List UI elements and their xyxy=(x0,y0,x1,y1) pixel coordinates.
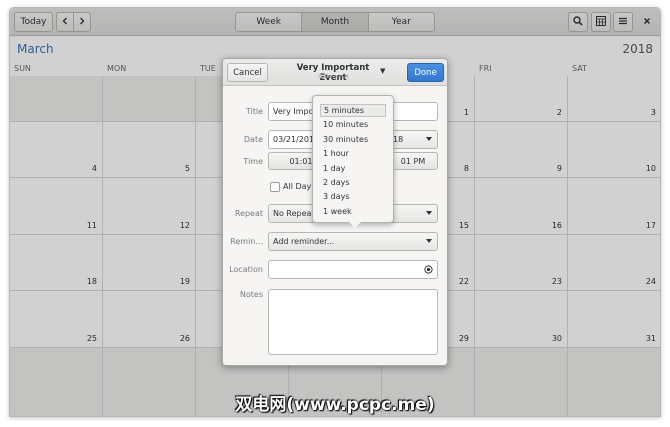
reminder-option[interactable]: 30 minutes xyxy=(320,133,386,146)
reminder-option[interactable]: 5 minutes xyxy=(320,104,386,117)
start-time-button[interactable]: 01:01 xyxy=(268,152,316,170)
popover-tail xyxy=(349,222,361,228)
reminder-option[interactable]: 1 hour xyxy=(320,147,386,160)
dialog-header: Cancel Very Important Event Personal ▼ D… xyxy=(223,59,447,86)
reminder-label: Remin... xyxy=(230,237,263,246)
repeat-value: No Repeat xyxy=(273,209,315,218)
location-label: Location xyxy=(229,265,263,274)
date-label: Date xyxy=(243,135,263,144)
end-time-button[interactable]: 01 PM xyxy=(388,152,438,170)
repeat-label: Repeat xyxy=(234,209,263,218)
reminder-value: Add reminder... xyxy=(273,237,335,246)
end-date-field[interactable]: 18 xyxy=(388,130,438,149)
chevron-down-icon xyxy=(426,137,432,141)
start-time-label: 01:01 xyxy=(289,156,313,166)
watermark: 双电网(www.pcpc.me) xyxy=(235,395,435,415)
calendar-name-label: Personal xyxy=(324,74,349,80)
reminder-option[interactable]: 3 days xyxy=(320,190,386,203)
calendar-dropdown-icon[interactable]: ▼ xyxy=(380,67,385,75)
chevron-down-icon xyxy=(426,211,432,215)
calendar-name: Personal xyxy=(283,74,383,80)
time-label: Time xyxy=(243,157,263,166)
notes-field[interactable] xyxy=(268,289,438,355)
end-time-label: 01 PM xyxy=(400,156,426,166)
reminder-option[interactable]: 10 minutes xyxy=(320,118,386,131)
chevron-down-icon xyxy=(426,239,432,243)
reminder-option[interactable]: 2 days xyxy=(320,176,386,189)
location-icon[interactable] xyxy=(424,265,433,276)
start-date-field[interactable]: 03/21/2018 xyxy=(268,130,319,149)
reminder-combo[interactable]: Add reminder... xyxy=(268,232,438,251)
calendar-color-icon xyxy=(317,74,322,78)
cancel-button[interactable]: Cancel xyxy=(227,63,268,82)
reminder-popover: 5 minutes 10 minutes 30 minutes 1 hour 1 day… xyxy=(312,95,394,223)
location-field[interactable] xyxy=(268,260,438,279)
title-label: Title xyxy=(245,107,263,116)
reminder-option[interactable]: 1 day xyxy=(320,162,386,175)
all-day-label: All Day xyxy=(283,182,312,191)
done-button[interactable]: Done xyxy=(407,63,444,82)
notes-label: Notes xyxy=(239,290,263,299)
reminder-option[interactable]: 1 week xyxy=(320,205,386,218)
event-title-heading: Very Important Event xyxy=(296,63,370,83)
end-date-label: 18 xyxy=(393,135,404,144)
all-day-checkbox[interactable] xyxy=(270,182,280,192)
